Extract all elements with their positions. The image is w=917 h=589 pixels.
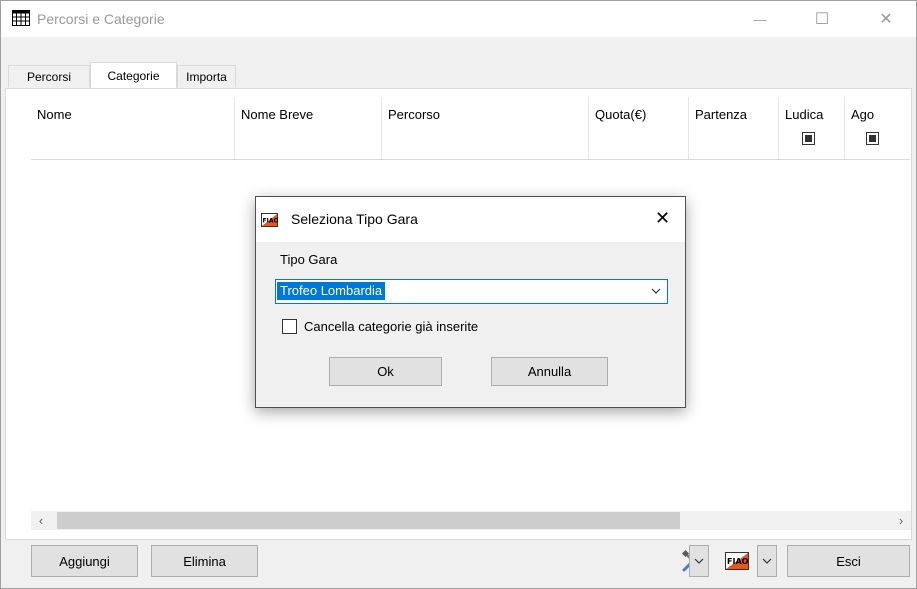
fiao-logo-icon: FIAO [725, 552, 749, 570]
column-header-partenza[interactable]: Partenza [689, 97, 779, 159]
svg-text:FIAO: FIAO [263, 218, 279, 225]
scrollbar-thumb[interactable] [57, 512, 680, 529]
tipo-gara-combobox[interactable]: Trofeo Lombardia [275, 279, 668, 304]
close-icon: ✕ [879, 11, 893, 28]
ludica-header-checkbox[interactable] [802, 132, 815, 145]
add-button[interactable]: Aggiungi [31, 545, 138, 577]
fiao-logo-icon: FIAO [261, 213, 278, 227]
tab-importa[interactable]: Importa [177, 65, 236, 87]
column-label: Percorso [388, 107, 441, 122]
column-header-ludica[interactable]: Ludica [779, 97, 845, 159]
column-label: Ludica [785, 107, 824, 122]
exit-button[interactable]: Esci [787, 545, 910, 577]
tab-categorie[interactable]: Categorie [90, 62, 177, 88]
ok-button[interactable]: Ok [329, 357, 442, 386]
column-header-quota[interactable]: Quota(€) [589, 97, 689, 159]
column-label: Nome Breve [241, 107, 314, 122]
select-race-type-dialog: FIAO Seleziona Tipo Gara ✕ Tipo Gara Tro… [255, 196, 686, 408]
tipo-gara-label: Tipo Gara [280, 252, 338, 267]
scroll-left-arrow-icon[interactable]: ‹ [31, 511, 51, 530]
minimize-icon: — [753, 11, 767, 27]
tools-dropdown[interactable] [689, 545, 709, 577]
scroll-right-arrow-icon[interactable]: › [891, 511, 911, 530]
delete-button[interactable]: Elimina [151, 545, 258, 577]
close-button[interactable]: ✕ [863, 1, 909, 37]
chevron-down-icon [651, 288, 661, 294]
chevron-down-icon [762, 558, 772, 564]
column-label: Ago [851, 107, 875, 122]
column-label: Quota(€) [595, 107, 647, 122]
chevron-down-icon [694, 558, 704, 564]
dialog-title-bar: FIAO Seleziona Tipo Gara ✕ [256, 197, 685, 242]
svg-text:FIAO: FIAO [727, 557, 749, 566]
column-header-nome-breve[interactable]: Nome Breve [235, 97, 382, 159]
column-header-nome[interactable]: Nome [31, 97, 235, 159]
maximize-icon: ☐ [814, 11, 830, 28]
fiao-button[interactable]: FIAO [719, 545, 755, 577]
minimize-button[interactable]: — [737, 1, 783, 37]
checkbox-label: Cancella categorie già inserite [304, 319, 479, 334]
combo-selected-value: Trofeo Lombardia [277, 282, 386, 300]
ago-header-checkbox[interactable] [866, 132, 879, 145]
dialog-title: Seleziona Tipo Gara [291, 211, 418, 227]
tab-percorsi[interactable]: Percorsi [8, 65, 90, 87]
clear-categories-checkbox[interactable] [282, 319, 297, 334]
window-title: Percorsi e Categorie [37, 11, 165, 27]
maximize-button[interactable]: ☐ [799, 1, 845, 37]
column-label: Nome [37, 107, 72, 122]
title-bar: Percorsi e Categorie — ☐ ✕ [1, 1, 916, 37]
grid-header: Nome Nome Breve Percorso Quota(€) Parten… [31, 97, 910, 160]
cancel-button[interactable]: Annulla [491, 357, 608, 386]
fiao-dropdown[interactable] [757, 545, 777, 577]
dialog-close-icon[interactable]: ✕ [655, 208, 670, 229]
column-header-percorso[interactable]: Percorso [382, 97, 589, 159]
column-header-ago[interactable]: Ago [845, 97, 910, 159]
column-label: Partenza [695, 107, 748, 122]
grid-app-icon [12, 10, 30, 26]
